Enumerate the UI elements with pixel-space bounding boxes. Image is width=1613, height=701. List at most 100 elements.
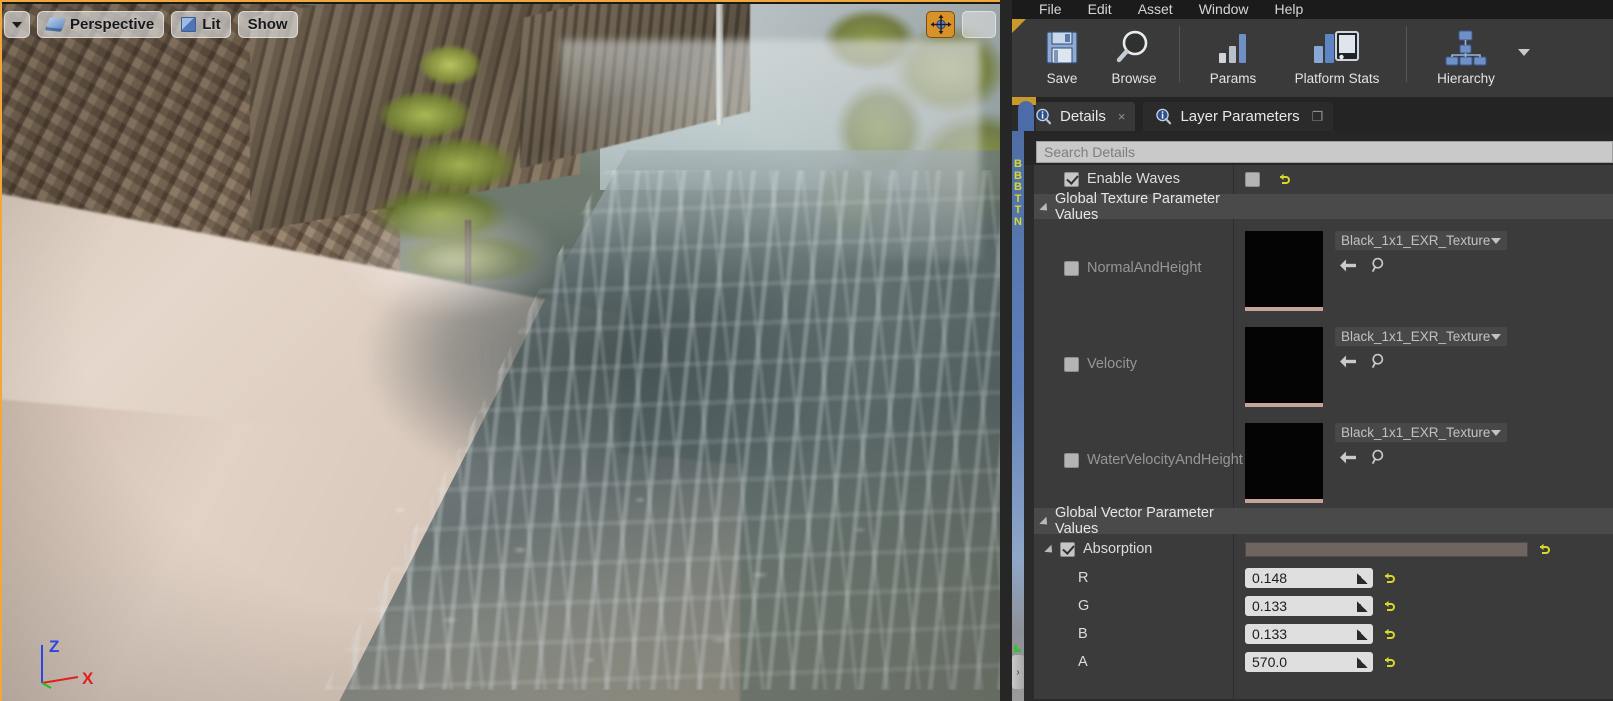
category-header-row[interactable]: Global Texture Parameter Values [1034,191,1613,223]
normalandheight-checkbox[interactable] [1064,260,1079,276]
row-name-cell: Enable Waves [1034,171,1233,187]
chevron-down-icon [1491,429,1501,436]
asset-dropdown[interactable]: Black_1x1_EXR_Texture [1335,423,1507,442]
asset-name-label: Black_1x1_EXR_Texture [1341,329,1491,344]
absorption-color-swatch[interactable] [1245,541,1528,557]
chevron-down-icon [1491,237,1501,244]
viewport-translate-gizmo-button[interactable] [926,11,955,38]
caret-down-icon [12,21,22,28]
reset-to-default-icon[interactable] [1277,172,1291,186]
viewport-show-button[interactable]: Show [237,11,298,38]
toolbar-corner-accent [1012,19,1026,33]
row-value-cell: 0.133 [1233,624,1613,644]
arrow-left-icon[interactable] [1339,258,1357,273]
asset-tool-row [1335,353,1507,369]
reset-to-default-icon[interactable] [1537,542,1551,556]
drag-spinner-icon[interactable] [1357,600,1368,612]
toolbar-separator-2 [1406,26,1407,82]
reset-to-default-icon[interactable] [1382,599,1396,613]
table-row: G 0.133 [1034,592,1613,620]
tab-details-close-icon[interactable]: × [1118,109,1126,124]
arrow-left-icon[interactable] [1339,354,1357,369]
asset-picker: Black_1x1_EXR_Texture [1335,423,1507,465]
viewport-show-label: Show [247,16,288,33]
browse-label: Browse [1111,71,1157,86]
menubar: File Edit Asset Window Help [1012,0,1613,19]
menu-asset[interactable]: Asset [1125,0,1186,19]
reset-to-default-icon[interactable] [1382,571,1396,585]
tab-details[interactable]: Details × [1023,102,1136,131]
search-details-row[interactable] [1036,141,1613,163]
absorption-g-input[interactable]: 0.133 [1245,596,1373,616]
texture-thumbnail[interactable] [1245,327,1323,407]
absorption-b-input[interactable]: 0.133 [1245,624,1373,644]
bar-chart-icon [1212,26,1254,70]
asset-dropdown[interactable]: Black_1x1_EXR_Texture [1335,231,1507,250]
row-value-cell: 0.133 [1233,596,1613,616]
enable-waves-name-checkbox[interactable] [1064,171,1079,187]
reset-to-default-icon[interactable] [1382,627,1396,641]
global-vector-parameter-values-label: Global Vector Parameter Values [1055,505,1214,537]
details-property-list: Enable Waves Global Texture Parameter Va… [1024,165,1613,701]
expand-triangle-icon[interactable] [1039,202,1051,214]
absorption-r-label: R [1078,570,1089,586]
asset-name-label: Black_1x1_EXR_Texture [1341,425,1491,440]
docked-tab-strip-letters: B B B T T N [1012,158,1024,228]
row-value-cell [1233,171,1613,187]
table-row: WaterVelocityAndHeight Black_1x1_EXR_Tex… [1034,412,1613,508]
details-left-gutter [1024,165,1034,701]
magnifier-icon[interactable] [1371,353,1387,369]
drag-spinner-icon[interactable] [1357,656,1368,668]
level-viewport[interactable]: Perspective Lit Show Z X [0,0,1000,701]
docked-tab-strip[interactable]: B B B T T N [1012,131,1024,701]
panel-splitter-handle[interactable]: › [1012,655,1024,689]
row-value-cell: 570.0 [1233,652,1613,672]
tab-details-label: Details [1060,108,1106,125]
hierarchy-button[interactable]: Hierarchy [1416,19,1516,93]
platform-stats-button[interactable]: Platform Stats [1277,19,1397,93]
menu-file[interactable]: File [1026,0,1075,19]
viewport-options-button[interactable] [4,11,30,38]
hierarchy-caret-down-icon[interactable] [1518,49,1530,56]
viewport-view-mode-button[interactable]: Perspective [37,11,165,38]
viewport-render [0,0,1000,701]
menu-window[interactable]: Window [1186,0,1262,19]
tab-layer-parameters-close-icon[interactable]: ❐ [1312,109,1324,125]
search-input[interactable] [1044,144,1605,160]
drag-spinner-icon[interactable] [1357,628,1368,640]
viewport-gizmo-secondary-button[interactable] [962,11,996,38]
category-header-row[interactable]: Global Vector Parameter Values [1034,505,1613,537]
enable-waves-value-checkbox[interactable] [1245,171,1260,187]
velocity-checkbox[interactable] [1064,356,1079,372]
absorption-a-input[interactable]: 570.0 [1245,652,1373,672]
watervelocityandheight-checkbox[interactable] [1064,452,1079,468]
menu-help[interactable]: Help [1262,0,1317,19]
magnifier-icon[interactable] [1371,257,1387,273]
row-name-cell: Global Vector Parameter Values [1034,505,1233,537]
arrow-left-icon[interactable] [1339,450,1357,465]
asset-dropdown[interactable]: Black_1x1_EXR_Texture [1335,327,1507,346]
params-button[interactable]: Params [1189,19,1277,93]
absorption-checkbox[interactable] [1060,541,1075,557]
expand-triangle-icon[interactable] [1039,516,1051,529]
save-button[interactable]: Save [1026,19,1098,93]
absorption-r-input[interactable]: 0.148 [1245,568,1373,588]
texture-thumbnail[interactable] [1245,423,1323,503]
viewport-axis-indicator: Z X [30,631,110,691]
magnifier-icon[interactable] [1371,449,1387,465]
viewport-top-strip [0,0,1000,4]
reset-to-default-icon[interactable] [1382,655,1396,669]
viewport-lighting-button[interactable]: Lit [171,11,231,38]
browse-button[interactable]: Browse [1098,19,1170,93]
row-name-cell: Velocity [1034,356,1233,372]
viewport-toolbar: Perspective Lit Show [4,11,298,38]
texture-thumbnail[interactable] [1245,231,1323,311]
drag-spinner-icon[interactable] [1357,572,1368,584]
expand-triangle-icon[interactable] [1044,544,1056,557]
menu-edit[interactable]: Edit [1075,0,1125,19]
global-texture-parameter-values-label: Global Texture Parameter Values [1055,190,1220,223]
axis-z-label: Z [49,637,59,656]
hierarchy-label: Hierarchy [1437,71,1495,86]
tab-layer-parameters[interactable]: Layer Parameters ❐ [1143,102,1334,131]
absorption-b-label: B [1078,626,1088,642]
